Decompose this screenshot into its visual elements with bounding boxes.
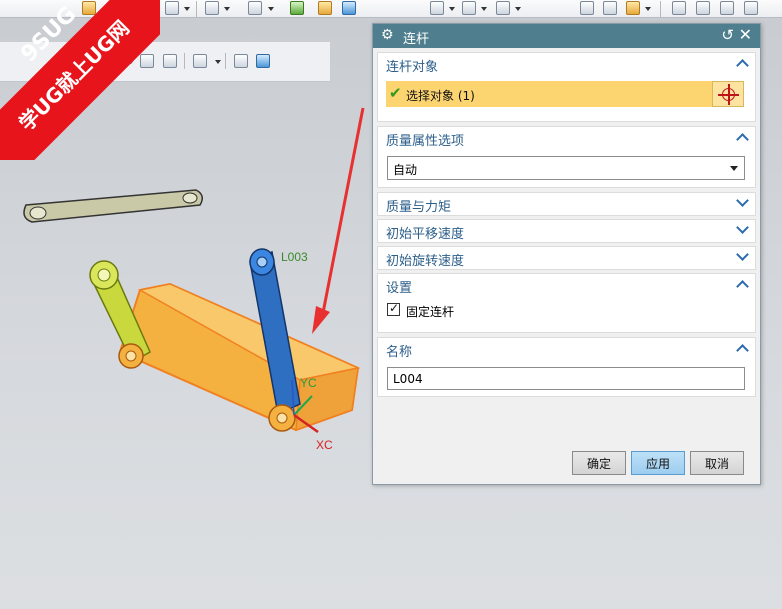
cancel-button[interactable]: 取消	[690, 451, 744, 475]
name-input[interactable]	[387, 367, 745, 390]
dialog-title-bar[interactable]: ⚙ 连杆 ↺ ✕	[373, 24, 760, 48]
section-link-object: 连杆对象 ✔ 选择对象 (1)	[377, 52, 756, 122]
axis-label-yc: YC	[300, 376, 317, 390]
chevron-up-icon[interactable]	[736, 59, 749, 72]
section-mass-torque[interactable]: 质量与力矩	[377, 192, 756, 216]
fixed-link-label: 固定连杆	[406, 305, 455, 319]
chevron-down-icon[interactable]	[736, 221, 749, 234]
crosshair-select-button[interactable]	[712, 81, 744, 107]
section-initial-rotation[interactable]: 初始旋转速度	[377, 246, 756, 270]
select-object-row[interactable]: ✔ 选择对象 (1)	[386, 81, 716, 107]
section-header-mass-properties[interactable]: 质量属性选项	[386, 130, 464, 149]
base-block[interactable]	[118, 282, 361, 432]
dialog-title: 连杆	[403, 32, 430, 47]
floating-link[interactable]	[23, 189, 203, 223]
reset-icon[interactable]: ↺	[721, 26, 734, 44]
section-name: 名称	[377, 337, 756, 397]
section-header-settings[interactable]: 设置	[386, 277, 412, 296]
chevron-down-icon[interactable]	[736, 194, 749, 207]
link-label-l003: L003	[281, 250, 308, 264]
checkbox-tick-icon: ✓	[389, 301, 400, 315]
axis-label-xc: XC	[316, 438, 333, 452]
gear-icon: ⚙	[381, 27, 394, 43]
crosshair-icon-v	[728, 84, 730, 105]
mass-properties-dropdown[interactable]: 自动	[387, 156, 745, 180]
chevron-down-icon[interactable]	[736, 248, 749, 261]
section-header-initial-translation: 初始平移速度	[386, 227, 465, 242]
section-header-initial-rotation: 初始旋转速度	[386, 254, 465, 269]
section-header-mass-torque: 质量与力矩	[386, 200, 452, 215]
chevron-up-icon[interactable]	[736, 344, 749, 357]
select-object-label: 选择对象 (1)	[406, 89, 475, 103]
section-mass-properties: 质量属性选项 自动	[377, 126, 756, 188]
fixed-link-checkbox[interactable]: ✓	[387, 301, 400, 316]
chevron-up-icon[interactable]	[736, 133, 749, 146]
section-initial-translation[interactable]: 初始平移速度	[377, 219, 756, 243]
dropdown-selected-value: 自动	[393, 163, 418, 177]
link-dialog: ⚙ 连杆 ↺ ✕ 连杆对象 ✔ 选择对象 (1) 质量属性选项 自动 质量与力矩…	[372, 23, 761, 485]
section-header-link-object[interactable]: 连杆对象	[386, 56, 438, 75]
section-header-name[interactable]: 名称	[386, 341, 412, 360]
apply-button[interactable]: 应用	[631, 451, 685, 475]
chevron-up-icon[interactable]	[736, 280, 749, 293]
ok-button[interactable]: 确定	[572, 451, 626, 475]
section-settings: 设置 ✓ 固定连杆	[377, 273, 756, 333]
close-icon[interactable]: ✕	[739, 25, 752, 44]
checkmark-icon: ✔	[389, 84, 402, 102]
chevron-down-icon	[730, 166, 738, 171]
